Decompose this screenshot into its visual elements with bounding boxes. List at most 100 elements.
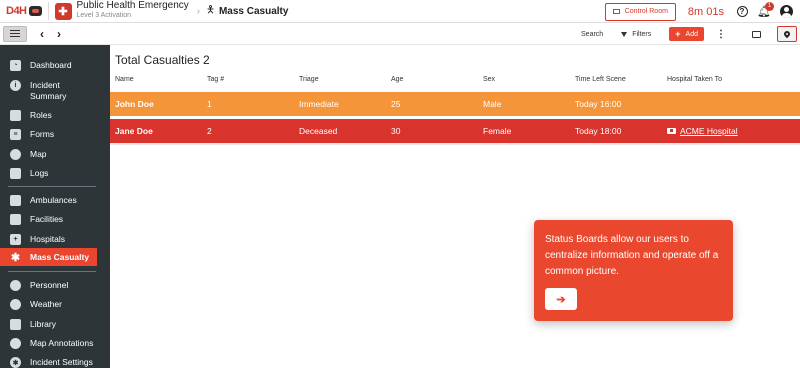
sidebar-item-incident-settings[interactable]: ✱ Incident Settings [0, 357, 110, 368]
pin-icon [10, 338, 21, 349]
filters-button[interactable]: Filters [621, 31, 651, 38]
sidebar-item-label: Mass Casualty [30, 251, 90, 262]
incident-selector[interactable]: Public Health Emergency Level 3 Activati… [77, 1, 189, 21]
ambulance-icon [667, 128, 676, 134]
chevron-right-icon: › [196, 5, 201, 17]
sidebar-item-label: Weather [30, 299, 62, 309]
top-header: D4H ✚ Public Health Emergency Level 3 Ac… [0, 0, 800, 23]
back-arrow-icon[interactable]: ‹ [40, 27, 44, 41]
cell-triage: Deceased [299, 126, 338, 136]
hospital-icon: + [10, 234, 21, 245]
sidebar-divider [8, 186, 96, 187]
column-header-time-left-scene[interactable]: Time Left Scene [575, 76, 626, 83]
sidebar-item-label: Personnel [30, 280, 69, 290]
library-icon [10, 319, 21, 330]
sidebar-item-map-annotations[interactable]: Map Annotations [0, 338, 110, 349]
sidebar-toggle-button[interactable] [3, 25, 27, 42]
column-header-sex[interactable]: Sex [483, 76, 495, 83]
search-button[interactable]: Search [581, 31, 603, 38]
cell-triage: Immediate [299, 99, 339, 109]
sidebar-item-label: Library [30, 319, 56, 329]
sidebar-item-label: Facilities [30, 214, 64, 224]
sidebar-item-label: Incident Summary [30, 80, 67, 101]
forms-icon: ≡ [10, 129, 21, 140]
sidebar-item-personnel[interactable]: Personnel [0, 280, 110, 291]
hamburger-icon [10, 30, 20, 37]
d4h-logo[interactable]: D4H [6, 5, 42, 17]
incident-timer: 8m 01s [687, 5, 724, 18]
chat-icon[interactable] [752, 30, 761, 38]
ambulance-icon [10, 195, 21, 206]
cell-age: 25 [391, 99, 401, 109]
help-button[interactable]: ? [734, 4, 750, 20]
user-avatar-icon [779, 5, 793, 18]
notifications-button[interactable]: 🔔︎ 1 [756, 1, 774, 20]
location-pin-icon [782, 29, 792, 39]
header-divider [47, 2, 49, 20]
column-header-hospital[interactable]: Hospital Taken To [667, 76, 722, 83]
table-row[interactable]: Jane Doe 2 Deceased 30 Female Today 18:0… [110, 119, 800, 143]
hospital-link[interactable]: ACME Hospital [667, 126, 738, 136]
sidebar-item-label: Forms [30, 129, 55, 139]
user-menu-button[interactable] [778, 4, 794, 20]
page-breadcrumb-title: Mass Casualty [218, 5, 289, 17]
add-button[interactable]: + Add [669, 27, 704, 41]
sidebar-item-ambulances[interactable]: Ambulances [0, 195, 110, 206]
gear-icon: ✱ [10, 357, 21, 368]
sidebar-item-weather[interactable]: Weather [0, 299, 110, 310]
control-room-button[interactable]: Control Room [604, 2, 676, 21]
sidebar-divider [8, 271, 96, 272]
roles-icon [10, 110, 21, 121]
cell-time-left: Today 18:00 [575, 126, 622, 136]
column-header-name[interactable]: Name [115, 76, 134, 83]
globe-icon [10, 149, 21, 160]
sidebar-item-label: Roles [30, 110, 52, 120]
sidebar-item-incident-summary[interactable]: i Incident Summary [0, 80, 110, 102]
sidebar-item-label: Dashboard [30, 60, 72, 70]
cell-tag: 2 [207, 126, 212, 136]
sidebar-item-library[interactable]: Library [0, 319, 110, 330]
sidebar-item-dashboard[interactable]: ◔ Dashboard [0, 60, 110, 71]
sidebar-item-label: Incident Settings [30, 357, 93, 367]
tooltip-text: Status Boards allow our users to central… [545, 234, 719, 277]
arrow-right-icon: ➔ [556, 293, 566, 306]
incident-icon: ✚ [54, 2, 72, 20]
sidebar-item-map[interactable]: Map [0, 149, 110, 160]
cell-sex: Female [483, 126, 512, 136]
sidebar-item-hospitals[interactable]: + Hospitals [0, 234, 110, 245]
building-icon [10, 214, 21, 225]
forward-arrow-icon[interactable]: › [57, 27, 61, 41]
sidebar-item-logs[interactable]: Logs [0, 168, 110, 179]
sidebar-item-label: Hospitals [30, 234, 65, 244]
help-icon: ? [736, 6, 748, 17]
column-header-triage[interactable]: Triage [299, 76, 319, 83]
filter-icon [621, 31, 628, 37]
toolbar: ‹ › Search Filters + Add ⋮ [0, 23, 800, 45]
info-icon: i [10, 80, 21, 91]
control-room-label: Control Room [624, 8, 668, 15]
onboarding-tooltip: Status Boards allow our users to central… [534, 220, 733, 321]
sidebar-item-label: Map Annotations [30, 338, 94, 348]
incident-title: Public Health Emergency [76, 0, 189, 11]
monitor-icon [612, 9, 620, 14]
logo-text: D4H [6, 5, 27, 17]
table-row[interactable]: John Doe 1 Immediate 25 Male Today 16:00 [110, 92, 800, 116]
column-header-age[interactable]: Age [391, 76, 403, 83]
add-label: Add [685, 30, 698, 38]
more-options-icon[interactable]: ⋮ [716, 29, 726, 40]
sidebar-item-facilities[interactable]: Facilities [0, 214, 110, 225]
hospital-link-text: ACME Hospital [680, 126, 738, 136]
sidebar-item-label: Map [30, 149, 47, 159]
sidebar-item-roles[interactable]: Roles [0, 110, 110, 121]
sidebar-item-forms[interactable]: ≡ Forms [0, 129, 110, 140]
tooltip-next-button[interactable]: ➔ [545, 288, 577, 310]
sidebar-item-mass-casualty[interactable]: ✱ Mass Casualty [0, 248, 97, 266]
column-header-tag[interactable]: Tag # [207, 76, 224, 83]
cell-name: Jane Doe [115, 126, 153, 136]
location-pin-button[interactable] [777, 26, 797, 42]
cell-age: 30 [391, 126, 401, 136]
sidebar-item-label: Logs [30, 168, 49, 178]
casualty-icon: 🯅 [206, 4, 215, 16]
table-divider [110, 143, 800, 145]
plus-icon: + [675, 29, 681, 39]
